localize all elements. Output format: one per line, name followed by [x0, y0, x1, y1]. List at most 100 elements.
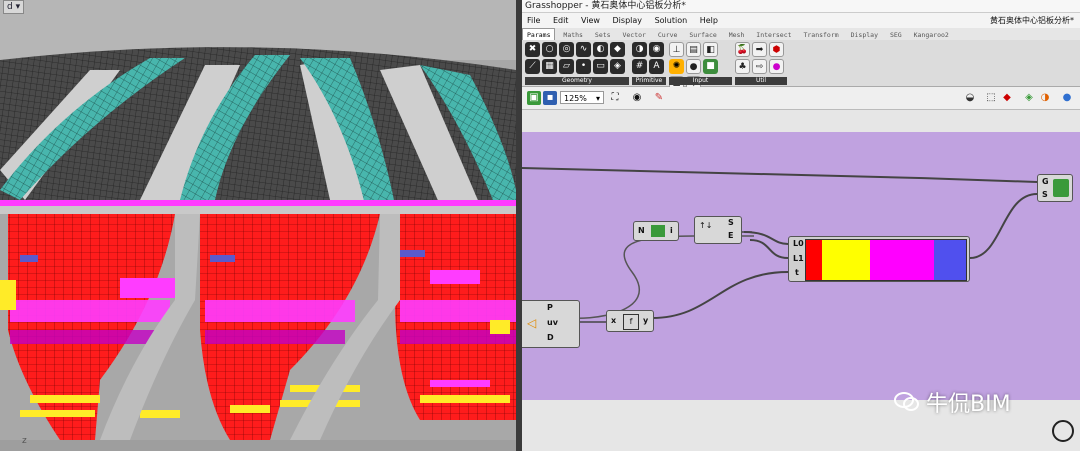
rectangle-param-icon[interactable]: ▭	[593, 59, 608, 74]
stadium-render	[0, 0, 516, 451]
gradient-stop-yellow[interactable]	[822, 240, 870, 280]
viewport-label: d	[7, 2, 13, 12]
chevron-down-icon: ▾	[595, 94, 600, 103]
circle-param-icon[interactable]: ○	[542, 42, 557, 57]
curve-param-icon[interactable]: ∿	[576, 42, 591, 57]
gradient-input-l0: L0	[793, 239, 804, 248]
gradient-stop-red[interactable]	[806, 240, 822, 280]
preview-icon	[1053, 179, 1069, 197]
surface-param-icon[interactable]: ◈	[610, 59, 625, 74]
toggle-icon[interactable]: ◧	[703, 42, 718, 57]
gradient-component[interactable]: L0 L1 t	[788, 236, 970, 282]
sketch-pen-icon[interactable]: ✎	[652, 91, 666, 105]
sphere-icon[interactable]: ●	[769, 59, 784, 74]
grasshopper-window: Grasshopper - 黄石奥体中心铝板分析* File Edit View…	[522, 0, 1080, 451]
gradient-input-t: t	[795, 268, 799, 277]
number-param-icon[interactable]: #	[632, 59, 647, 74]
wireframe-icon[interactable]: ⬚	[984, 91, 998, 105]
window-title: Grasshopper - 黄石奥体中心铝板分析*	[522, 0, 1080, 13]
group-primitive: ◑ ◉ # A Primitive	[632, 42, 666, 85]
gradient-stop-magenta[interactable]	[870, 240, 934, 280]
watermark-text: 牛侃BIM	[926, 392, 1011, 417]
swatch-icon[interactable]: ■	[703, 59, 718, 74]
display-globe-icon[interactable]: ●	[1060, 91, 1074, 105]
shift-component[interactable]: N i	[633, 221, 679, 241]
expression-component[interactable]: x f y	[606, 310, 654, 332]
canvas-toolbar: ▣ ▪ 125% ▾ ⛶ ◉ ✎ ◒ ⬚ ◆ ◈ ◑ ●	[522, 87, 1080, 110]
gradient-bar[interactable]	[805, 239, 967, 281]
gradient-stop-blue[interactable]	[934, 240, 966, 280]
shift-input-label: N	[638, 226, 645, 235]
arrow-right-icon[interactable]: ➡	[752, 42, 767, 57]
selected-preview-icon[interactable]: ◆	[1000, 91, 1014, 105]
button-icon[interactable]: ●	[686, 59, 701, 74]
menu-edit[interactable]: Edit	[548, 13, 574, 28]
series-output-s: S	[728, 218, 734, 227]
open-file-icon[interactable]: ▣	[527, 91, 541, 105]
grasshopper-canvas[interactable]: N i ↑↓ S E L0 L1 t G S ◁ P uv D x f y	[522, 132, 1080, 400]
rhino-viewport[interactable]: d ▾ z	[0, 0, 516, 451]
plane-param-icon[interactable]: ▱	[559, 59, 574, 74]
series-output-e: E	[728, 231, 734, 240]
surface-output-p: P	[547, 303, 553, 312]
group-caption-util: Util	[735, 77, 787, 85]
shaded-preview-icon[interactable]: ◈	[1022, 91, 1036, 105]
preview-eye-icon[interactable]: ◉	[630, 91, 644, 105]
surface-output-d: D	[547, 333, 554, 342]
surface-output-uv: uv	[547, 318, 558, 327]
slider-icon[interactable]: ⊥	[669, 42, 684, 57]
group-util: 🍒 ➡ ⬢ ♣ ⇨ ● Util	[735, 42, 787, 85]
mesh-param-icon[interactable]: ▦	[542, 59, 557, 74]
canvas-margin-top	[522, 110, 1080, 132]
zoom-extents-icon[interactable]: ⛶	[608, 91, 622, 105]
menu-help[interactable]: Help	[695, 13, 723, 28]
geometry-param-icon[interactable]: ◆	[610, 42, 625, 57]
field-param-icon[interactable]: ◐	[593, 42, 608, 57]
menu-solution[interactable]: Solution	[650, 13, 693, 28]
panel-icon[interactable]: ▤	[686, 42, 701, 57]
expression-icon: f	[623, 314, 639, 330]
custom-preview-component[interactable]: G S	[1037, 174, 1073, 202]
zoom-value: 125%	[564, 94, 587, 103]
colour-param-icon[interactable]: ◉	[649, 42, 664, 57]
viewport-title-button[interactable]: d ▾	[3, 0, 25, 14]
menu-view[interactable]: View	[576, 13, 605, 28]
wechat-icon	[894, 392, 919, 411]
group-geometry: ✖ ○ ◎ ∿ ◐ ◆ ⟋ ▦ ▱ • ▭ ◈ Geometry	[525, 42, 629, 85]
boolean-param-icon[interactable]: ◑	[632, 42, 647, 57]
tree-icon[interactable]: ♣	[735, 59, 750, 74]
evaluate-surface-component[interactable]: ◁ P uv D	[522, 300, 580, 348]
component-ribbon: ✖ ○ ◎ ∿ ◐ ◆ ⟋ ▦ ▱ • ▭ ◈ Geometry ◑ ◉ # A	[522, 40, 1080, 91]
navigation-compass-icon[interactable]	[1052, 420, 1074, 442]
series-component[interactable]: ↑↓ S E	[694, 216, 742, 244]
group-input: ⊥ ▤ ◧ ✺ ● ■ ☰ ⌇ Input	[669, 42, 732, 91]
arrow-outline-icon[interactable]: ⇨	[752, 59, 767, 74]
menu-file[interactable]: File	[522, 13, 545, 28]
material-icon[interactable]: ◑	[1038, 91, 1052, 105]
text-param-icon[interactable]: A	[649, 59, 664, 74]
save-file-icon[interactable]: ▪	[543, 91, 557, 105]
expression-output-y: y	[643, 316, 649, 325]
point-param-icon[interactable]: •	[576, 59, 591, 74]
brep-param-icon[interactable]: ◎	[559, 42, 574, 57]
zoom-dropdown[interactable]: 125% ▾	[560, 91, 604, 104]
gradient-icon[interactable]: ✺	[669, 59, 684, 74]
watermark: 牛侃BIM	[894, 386, 1011, 418]
line-param-icon[interactable]: ⟋	[525, 59, 540, 74]
group-caption-geometry: Geometry	[525, 77, 629, 85]
menu-display[interactable]: Display	[608, 13, 648, 28]
preview-input-s: S	[1042, 190, 1048, 199]
bounds-icon: ↑↓	[699, 221, 713, 230]
cherries-icon[interactable]: 🍒	[735, 42, 750, 57]
gradient-input-l1: L1	[793, 254, 804, 263]
group-caption-primitive: Primitive	[632, 77, 666, 85]
jewel-icon[interactable]: ⬢	[769, 42, 784, 57]
box-param-icon[interactable]: ✖	[525, 42, 540, 57]
group-caption-input: Input	[669, 77, 732, 85]
preview-input-g: G	[1042, 177, 1049, 186]
shift-output-label: i	[670, 226, 673, 235]
preview-mode-icon[interactable]: ◒	[963, 91, 977, 105]
expression-input-x: x	[611, 316, 617, 325]
world-axes-icon: z	[22, 436, 27, 446]
document-name[interactable]: 黄石奥体中心铝板分析*	[990, 13, 1074, 28]
